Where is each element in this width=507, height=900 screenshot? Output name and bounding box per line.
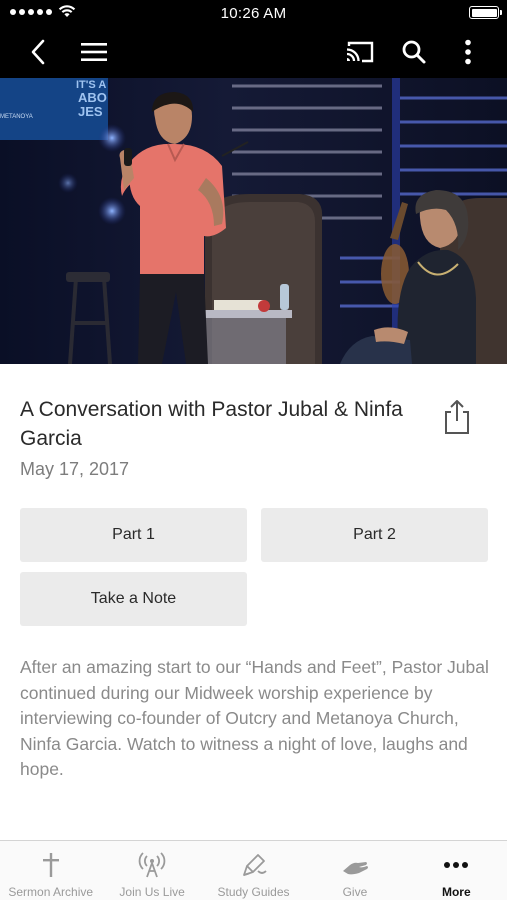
status-time: 10:26 AM xyxy=(220,5,287,22)
back-chevron-icon[interactable] xyxy=(22,36,54,68)
search-icon[interactable] xyxy=(398,36,430,68)
sermon-date: May 17, 2017 xyxy=(20,459,130,479)
tab-label-more: More xyxy=(441,885,471,899)
cast-icon[interactable] xyxy=(344,36,376,68)
tab-more[interactable]: More xyxy=(406,841,507,900)
hero-screen-text-3: JES xyxy=(78,104,103,119)
part-2-button[interactable]: Part 2 xyxy=(261,508,488,562)
sermon-header: A Conversation with Pastor Jubal & Ninfa… xyxy=(20,395,420,480)
tab-study-guides[interactable]: Study Guides xyxy=(203,841,304,900)
sermon-hero-image[interactable]: IT'S A ABO JES METANOYA xyxy=(0,78,507,364)
tab-give[interactable]: Give xyxy=(304,841,405,900)
share-icon[interactable] xyxy=(440,398,474,436)
broadcast-icon xyxy=(138,847,166,883)
take-a-note-button[interactable]: Take a Note xyxy=(20,572,247,626)
give-hand-icon xyxy=(340,847,370,883)
hamburger-menu-icon[interactable] xyxy=(78,36,110,68)
tab-bar: Sermon Archive Join Us Live Study Guides xyxy=(0,840,507,900)
part-1-button[interactable]: Part 1 xyxy=(20,508,247,562)
status-bar: 10:26 AM xyxy=(0,0,507,26)
hero-screen-text-2: ABO xyxy=(78,90,107,105)
sermon-title: A Conversation with Pastor Jubal & Ninfa… xyxy=(20,398,403,450)
sermon-description: After an amazing start to our “Hands and… xyxy=(20,657,489,779)
more-vertical-icon[interactable] xyxy=(452,36,484,68)
tab-join-us-live[interactable]: Join Us Live xyxy=(101,841,202,900)
tab-label-give: Give xyxy=(342,885,368,899)
tab-sermon-archive[interactable]: Sermon Archive xyxy=(0,841,101,900)
navigation-bar xyxy=(0,26,507,78)
tab-label-join-us-live: Join Us Live xyxy=(119,885,185,899)
cross-icon xyxy=(41,847,61,883)
tab-label-study-guides: Study Guides xyxy=(217,885,290,899)
pen-icon xyxy=(240,847,268,883)
battery-icon xyxy=(469,6,502,19)
tab-label-sermon-archive: Sermon Archive xyxy=(8,885,94,899)
more-dots-icon xyxy=(443,847,469,883)
hero-screen-small-text: METANOYA xyxy=(0,114,33,120)
